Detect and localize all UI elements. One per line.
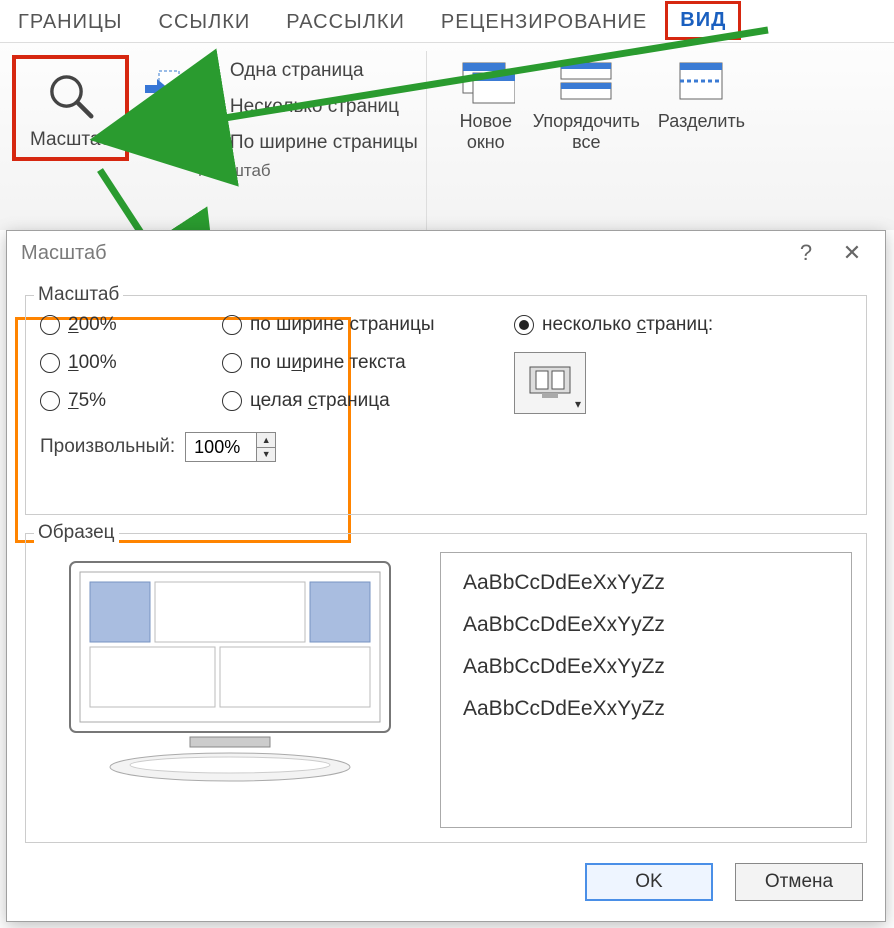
ribbon-group-window: Новое окно Упорядочить все Разделить — [427, 51, 753, 230]
sample-text-box: AaBbCcDdEeXxYyZz AaBbCcDdEeXxYyZz AaBbCc… — [440, 552, 852, 828]
zoom-groupbox-title: Масштаб — [34, 284, 123, 306]
spinner-down[interactable]: ▼ — [257, 448, 275, 462]
ribbon-tabs: ГРАНИЦЫ ССЫЛКИ РАССЫЛКИ РЕЦЕНЗИРОВАНИЕ В… — [0, 0, 894, 42]
dialog-help-button[interactable]: ? — [783, 233, 829, 273]
tab-page-layout[interactable]: ГРАНИЦЫ — [0, 3, 141, 42]
dialog-close-button[interactable]: ✕ — [829, 233, 875, 273]
zoom-dialog: Масштаб ? ✕ Масштаб 200% 100% 75% по шир… — [6, 230, 886, 922]
tab-review[interactable]: РЕЦЕНЗИРОВАНИЕ — [423, 3, 665, 42]
monitor-preview — [40, 552, 420, 812]
zoom-group-label: Масштаб — [192, 155, 271, 181]
page-width-icon — [198, 131, 222, 155]
split-label: Разделить — [658, 111, 745, 132]
split-button[interactable]: Разделить — [658, 57, 745, 152]
dialog-title: Масштаб — [21, 242, 107, 265]
arrange-all-label: Упорядочить все — [533, 111, 640, 152]
zoom-100-button[interactable]: 100% — [133, 55, 192, 143]
radio-many-pages[interactable]: несколько страниц: — [514, 314, 713, 336]
ok-button[interactable]: OK — [585, 863, 713, 901]
page-width-label: По ширине страницы — [230, 132, 418, 154]
zoom-button[interactable]: Масштаб — [12, 55, 129, 161]
page-width-button[interactable]: По ширине страницы — [198, 131, 418, 155]
custom-zoom-input[interactable] — [186, 433, 256, 461]
radio-200[interactable]: 200% — [40, 314, 200, 336]
dialog-footer: OK Отмена — [7, 849, 885, 921]
zoom-groupbox: Масштаб 200% 100% 75% по ширине страницы… — [25, 295, 867, 515]
new-window-icon — [457, 57, 515, 105]
zoom-100-label: 100% — [137, 121, 186, 143]
split-icon — [672, 57, 730, 105]
new-window-button[interactable]: Новое окно — [457, 57, 515, 152]
arrange-all-icon — [557, 57, 615, 105]
radio-whole-page[interactable]: целая страница — [222, 390, 492, 412]
arrange-all-button[interactable]: Упорядочить все — [533, 57, 640, 152]
custom-zoom-spinner[interactable]: ▲ ▼ — [185, 432, 276, 462]
many-pages-picker[interactable] — [514, 352, 586, 414]
several-pages-icon — [198, 95, 222, 119]
magnifier-icon — [44, 69, 98, 123]
sample-groupbox: Образец — [25, 533, 867, 843]
ribbon-group-zoom: Масштаб 100% Одна страница Несколько стр… — [0, 51, 427, 230]
spinner-up[interactable]: ▲ — [257, 433, 275, 448]
custom-zoom-label: Произвольный: — [40, 436, 175, 458]
one-page-icon — [198, 59, 222, 83]
monitor-pages-icon — [526, 363, 574, 403]
sample-groupbox-title: Образец — [34, 522, 119, 544]
tab-mailings[interactable]: РАССЫЛКИ — [268, 3, 423, 42]
several-pages-label: Несколько страниц — [230, 96, 399, 118]
arrow-page-icon — [141, 65, 183, 113]
dialog-titlebar: Масштаб ? ✕ — [7, 231, 885, 275]
one-page-button[interactable]: Одна страница — [198, 59, 418, 83]
cancel-button[interactable]: Отмена — [735, 863, 863, 901]
radio-text-width[interactable]: по ширине текста — [222, 352, 492, 374]
radio-75[interactable]: 75% — [40, 390, 200, 412]
new-window-label: Новое окно — [460, 111, 512, 152]
several-pages-button[interactable]: Несколько страниц — [198, 95, 418, 119]
sample-line: AaBbCcDdEeXxYyZz — [463, 697, 829, 721]
radio-page-width[interactable]: по ширине страницы — [222, 314, 492, 336]
tab-references[interactable]: ССЫЛКИ — [141, 3, 269, 42]
ribbon-content: Масштаб 100% Одна страница Несколько стр… — [0, 42, 894, 230]
zoom-button-label: Масштаб — [30, 129, 111, 151]
sample-line: AaBbCcDdEeXxYyZz — [463, 613, 829, 637]
one-page-label: Одна страница — [230, 60, 364, 82]
radio-100[interactable]: 100% — [40, 352, 200, 374]
sample-line: AaBbCcDdEeXxYyZz — [463, 571, 829, 595]
sample-line: AaBbCcDdEeXxYyZz — [463, 655, 829, 679]
tab-view[interactable]: ВИД — [665, 1, 741, 40]
